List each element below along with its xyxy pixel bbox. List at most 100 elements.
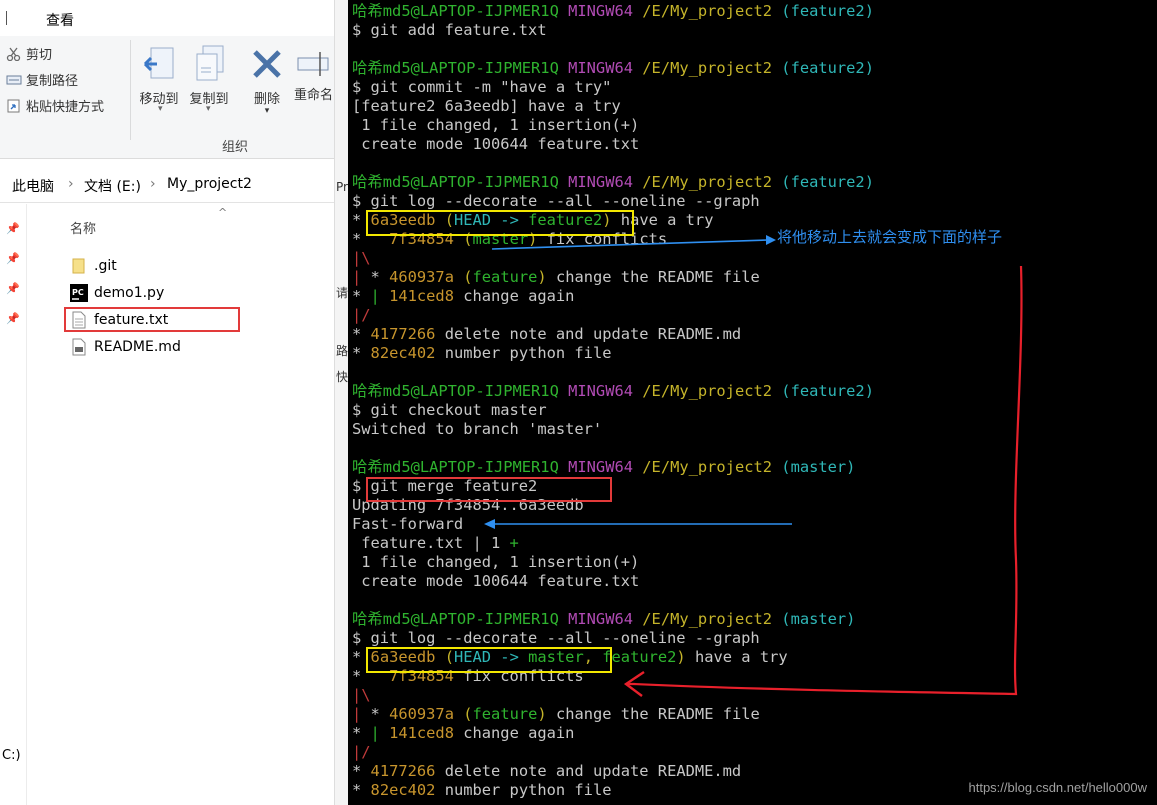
log-segment: ): [676, 648, 686, 666]
prompt-system: MINGW64: [568, 2, 633, 20]
prompt-user: 哈希md5@LAPTOP-IJPMER1Q: [352, 59, 559, 77]
chevron-right-icon[interactable]: ›: [68, 176, 74, 192]
prompt-system: MINGW64: [568, 173, 633, 191]
column-header-name[interactable]: 名称: [70, 218, 96, 237]
git-log-line: feature.txt | 1 +: [352, 534, 519, 553]
breadcrumb-drive[interactable]: 文档 (E:): [84, 176, 141, 196]
ribbon-tab-stub[interactable]: [6, 11, 10, 25]
chevron-down-icon[interactable]: ▾: [158, 104, 163, 114]
prompt-path: /E/My_project2: [642, 2, 773, 20]
git-log-line: |/: [352, 306, 371, 325]
highlight-box-yellow: [366, 647, 612, 673]
log-segment: |/: [352, 306, 371, 324]
terminal-output-line: $ git log --decorate --all --oneline --g…: [352, 629, 760, 647]
ribbon-group-organize: 组织: [222, 140, 249, 155]
move-to-button[interactable]: 移动到: [135, 44, 183, 107]
log-segment: change the README file: [546, 268, 760, 286]
log-segment: |: [352, 705, 371, 723]
log-segment: feature2: [602, 648, 677, 666]
pin-icon[interactable]: 📌: [6, 222, 20, 235]
log-segment: *: [370, 705, 390, 723]
chevron-down-icon[interactable]: ▾: [206, 104, 211, 114]
clipped-text: 快: [336, 370, 348, 384]
git-log-line: |\: [352, 249, 371, 268]
file-name: README.md: [94, 339, 181, 355]
copy-path-icon: [6, 73, 22, 87]
file-item[interactable]: README.md: [70, 336, 240, 358]
terminal-prompt-line: 哈希md5@LAPTOP-IJPMER1Q MINGW64 /E/My_proj…: [352, 173, 874, 192]
log-segment: number python file: [444, 781, 612, 799]
file-explorer: 查看 剪切 复制路径 粘贴快捷方式 移动到 复制到 删除 ▾ 重命名 ▾ ▾ 组…: [0, 0, 348, 805]
breadcrumb-this-pc[interactable]: 此电脑: [12, 176, 54, 196]
copy-path-button[interactable]: 复制路径: [6, 70, 78, 89]
terminal-output-line: 1 file changed, 1 insertion(+): [352, 116, 640, 134]
chevron-right-icon[interactable]: ›: [150, 176, 156, 192]
prompt-branch: (feature2): [781, 173, 874, 191]
terminal-prompt-line: 哈希md5@LAPTOP-IJPMER1Q MINGW64 /E/My_proj…: [352, 2, 874, 21]
log-segment: delete note and update README.md: [444, 762, 742, 780]
delete-button[interactable]: 删除 ▾: [243, 44, 291, 116]
git-log-line: * | 141ced8 change again: [352, 724, 574, 743]
file-item[interactable]: PC demo1.py: [70, 282, 240, 304]
prompt-path: /E/My_project2: [642, 382, 773, 400]
pin-icon[interactable]: 📌: [6, 312, 20, 325]
terminal-output-line: 1 file changed, 1 insertion(+): [352, 553, 640, 571]
terminal-output-line: $ git log --decorate --all --oneline --g…: [352, 192, 760, 210]
file-item[interactable]: .git: [70, 255, 240, 277]
pin-icon[interactable]: 📌: [6, 282, 20, 295]
git-log-line: * 4177266 delete note and update README.…: [352, 762, 741, 781]
git-log-line: |\: [352, 686, 371, 705]
scissors-icon: [6, 47, 22, 61]
prompt-system: MINGW64: [568, 59, 633, 77]
address-bar[interactable]: 此电脑 › 文档 (E:) › My_project2: [0, 168, 348, 203]
terminal-output-line: create mode 100644 feature.txt: [352, 135, 640, 153]
git-log-line: | * 460937a (feature) change the README …: [352, 705, 760, 724]
git-log-line: |/: [352, 743, 371, 762]
log-segment: 4177266: [370, 762, 445, 780]
sort-ascending-icon: ^: [218, 206, 228, 219]
cut-button[interactable]: 剪切: [6, 44, 52, 63]
breadcrumb-folder[interactable]: My_project2: [167, 176, 252, 192]
prompt-user: 哈希md5@LAPTOP-IJPMER1Q: [352, 610, 559, 628]
highlight-box-yellow: [366, 210, 634, 236]
log-segment: *: [352, 762, 371, 780]
paste-shortcut-button[interactable]: 粘贴快捷方式: [6, 96, 104, 115]
copy-to-button[interactable]: 复制到: [185, 44, 233, 107]
chevron-down-icon[interactable]: ▾: [243, 107, 291, 116]
tab-view[interactable]: 查看: [46, 10, 74, 30]
git-bash-terminal[interactable]: 哈希md5@LAPTOP-IJPMER1Q MINGW64 /E/My_proj…: [348, 0, 1157, 805]
ribbon-tabs: 查看: [0, 0, 348, 36]
nav-drive-item[interactable]: C:): [2, 748, 21, 763]
log-segment: |: [352, 268, 371, 286]
terminal-output-line: $ git checkout master: [352, 401, 547, 419]
move-to-icon: [141, 44, 177, 84]
prompt-user: 哈希md5@LAPTOP-IJPMER1Q: [352, 173, 559, 191]
paste-shortcut-label: 粘贴快捷方式: [26, 100, 105, 115]
terminal-prompt-line: 哈希md5@LAPTOP-IJPMER1Q MINGW64 /E/My_proj…: [352, 59, 874, 78]
log-segment: *: [352, 287, 371, 305]
prompt-path: /E/My_project2: [642, 173, 773, 191]
ribbon: 剪切 复制路径 粘贴快捷方式 移动到 复制到 删除 ▾ 重命名 ▾ ▾ 组织: [0, 36, 348, 159]
pin-icon[interactable]: 📌: [6, 252, 20, 265]
highlight-box-red: [64, 307, 240, 332]
highlight-box-red: [366, 477, 612, 502]
log-segment: |\: [352, 686, 371, 704]
log-segment: +: [509, 534, 519, 552]
blue-arrow-head: [484, 519, 495, 529]
log-segment: number python file: [444, 344, 612, 362]
terminal-output-line: $ git add feature.txt: [352, 21, 547, 39]
prompt-system: MINGW64: [568, 382, 633, 400]
terminal-output-line: Switched to branch 'master': [352, 420, 603, 438]
prompt-user: 哈希md5@LAPTOP-IJPMER1Q: [352, 2, 559, 20]
folder-icon: [70, 257, 88, 275]
